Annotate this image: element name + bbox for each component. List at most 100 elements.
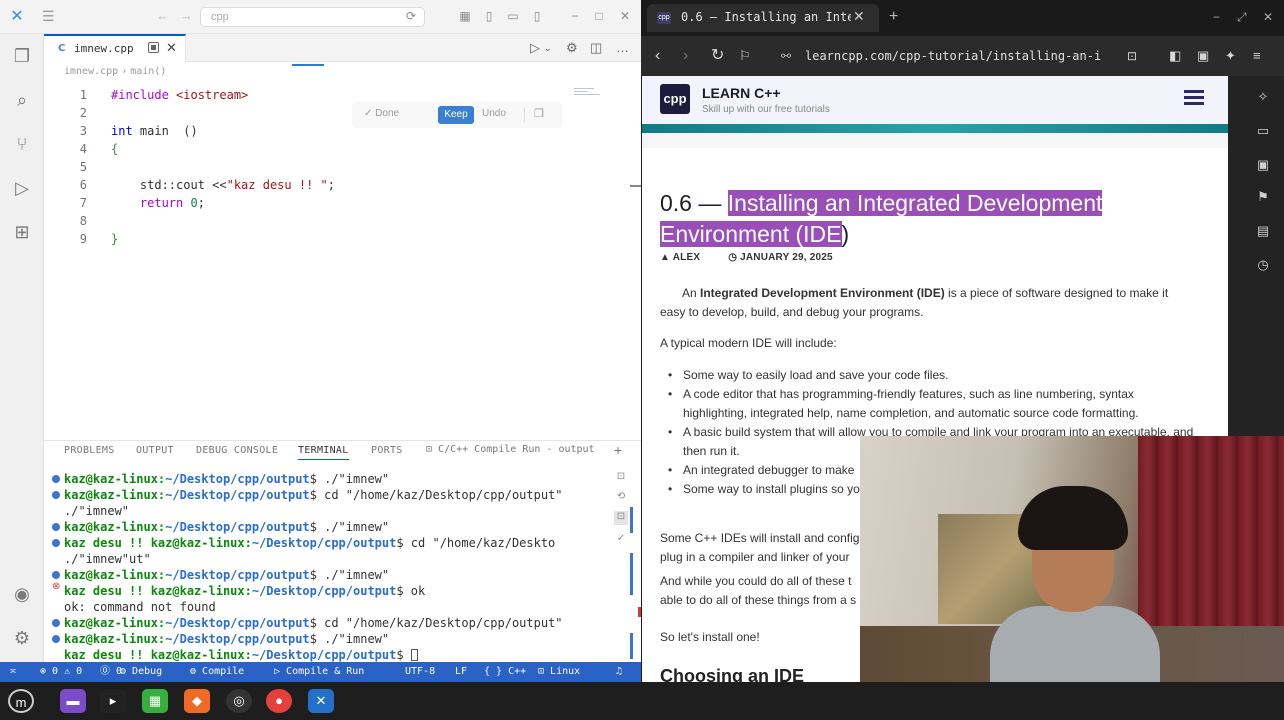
sidebar-icon[interactable]: ◧ [1169, 47, 1181, 65]
toggle-panel-icon[interactable]: ▭ [506, 9, 520, 23]
close-window-icon[interactable]: ✕ [618, 9, 632, 23]
code-line: 7 return 0; [79, 196, 205, 210]
layout-icon[interactable]: ▦ [458, 9, 472, 23]
tab-terminal[interactable]: TERMINAL [298, 445, 349, 460]
keep-button[interactable]: Keep [438, 106, 474, 124]
install-app-icon[interactable]: ⊡ [1127, 47, 1137, 65]
editor-tab[interactable]: C imnew.cpp ✕ [44, 34, 186, 62]
vscode-titlebar: ✕ ☰ ← → cpp ⟳ ▦ ▯ ▭ ▯ − □ ✕ [0, 0, 641, 34]
brave-browser-icon[interactable]: ◆ [184, 689, 210, 713]
tv-icon[interactable]: ▭ [1254, 122, 1272, 140]
split-editor-icon[interactable]: ◫ [590, 41, 602, 55]
menu-icon[interactable]: ≡ [1253, 47, 1261, 65]
start-menu-icon[interactable]: m [8, 689, 34, 713]
forward-icon[interactable]: → [180, 9, 193, 23]
terminal-instance-icon[interactable]: ⟲ [614, 491, 628, 505]
tab-output[interactable]: OUTPUT [136, 445, 174, 456]
address-bar[interactable]: ⚯ learncpp.com/cpp-tutorial/installing-a… [769, 44, 1151, 68]
copy-icon[interactable]: ❐ [534, 107, 544, 120]
minimize-icon[interactable]: − [1213, 10, 1220, 24]
new-terminal-icon[interactable]: + [614, 442, 622, 458]
maximize-icon[interactable]: □ [592, 9, 606, 23]
scrollbar-marker [630, 569, 633, 595]
more-actions-icon[interactable]: … [616, 41, 629, 55]
leo-ai-icon[interactable]: ✧ [1254, 88, 1272, 106]
wallet-icon[interactable]: ▣ [1254, 156, 1272, 174]
vscode-taskbar-icon[interactable]: ✕ [308, 689, 334, 713]
terminal-task-selector[interactable]: ⊡ C/C++ Compile Run - output [426, 444, 595, 455]
desktop: ✕ ☰ ← → cpp ⟳ ▦ ▯ ▭ ▯ − □ ✕ ❐ ⌕ ⑂ ▷ ⊞ ◉ … [0, 0, 1284, 720]
platform-indicator[interactable]: ⊡ Linux [538, 665, 580, 679]
close-window-icon[interactable]: ✕ [1263, 10, 1273, 24]
maximize-icon[interactable]: ⤢ [1237, 10, 1247, 25]
terminal-output[interactable]: kaz@kaz-linux:~/Desktop/cpp/output$ ./"i… [44, 471, 589, 663]
copilot-icon[interactable]: ⟳ [404, 9, 418, 23]
extensions-icon[interactable]: ⊞ [10, 220, 34, 244]
forward-icon[interactable]: › [683, 47, 688, 65]
vscode-window: ✕ ☰ ← → cpp ⟳ ▦ ▯ ▭ ▯ − □ ✕ ❐ ⌕ ⑂ ▷ ⊞ ◉ … [0, 0, 641, 682]
back-icon[interactable]: ‹ [655, 47, 660, 65]
breadcrumb-symbol[interactable]: main() [130, 66, 166, 77]
bookmarks-icon[interactable]: ⚑ [1254, 188, 1272, 206]
tab-debug-console[interactable]: DEBUG CONSOLE [196, 445, 278, 456]
new-tab-icon[interactable]: + [889, 8, 898, 26]
problems-indicator[interactable]: ⊗ 0 ⚠ 0 [40, 665, 82, 679]
command-status-icon [52, 539, 60, 547]
minimize-icon[interactable]: − [568, 9, 582, 23]
settings-gear-icon[interactable]: ⚙ [566, 41, 578, 55]
site-name[interactable]: LEARN C++ [702, 85, 781, 101]
menu-icon[interactable]: ☰ [42, 8, 58, 24]
terminal-instance-icon[interactable]: ⊡ [614, 511, 628, 525]
explorer-icon[interactable]: ❐ [10, 44, 34, 68]
app-icon[interactable]: ▦ [142, 689, 168, 713]
site-logo[interactable]: cpp [660, 84, 690, 114]
command-center-search[interactable]: cpp [200, 7, 425, 27]
eol-indicator[interactable]: LF [455, 665, 467, 679]
history-icon[interactable]: ◷ [1254, 256, 1272, 274]
compile-button[interactable]: ⚙ Compile [190, 665, 244, 679]
compile-run-button[interactable]: ▷ Compile & Run [274, 665, 364, 679]
tab-problems[interactable]: PROBLEMS [64, 445, 115, 456]
account-icon[interactable]: ◉ [10, 582, 34, 606]
obs-icon[interactable]: ◎ [226, 689, 252, 713]
hamburger-menu-icon[interactable] [1184, 90, 1204, 106]
done-button[interactable]: ✓ Done [364, 108, 399, 119]
notifications-icon[interactable]: ♫ [616, 665, 622, 679]
minimap[interactable] [574, 88, 602, 102]
reload-icon[interactable]: ↻ [711, 47, 724, 65]
taskbar: m ▬ ▸ ▦ ◆ ◎ ● ✕ [0, 682, 1284, 720]
back-icon[interactable]: ← [156, 9, 169, 23]
site-info-icon[interactable]: ⚯ [781, 44, 791, 68]
language-indicator[interactable]: { } C++ [484, 665, 526, 679]
encoding-indicator[interactable]: UTF-8 [405, 665, 435, 679]
run-debug-icon[interactable]: ▷ [10, 176, 34, 200]
browser-tab[interactable]: cpp 0.6 — Installing an Integrated Devel… [647, 4, 879, 32]
terminal-line: kaz desu !! kaz@kaz-linux:~/Desktop/cpp/… [64, 536, 556, 550]
terminal-icon[interactable]: ▸ [100, 689, 126, 713]
search-icon[interactable]: ⌕ [10, 88, 34, 112]
leo-ai-icon[interactable]: ✦ [1225, 47, 1236, 65]
close-tab-icon[interactable]: ✕ [853, 8, 865, 25]
close-tab-icon[interactable]: ✕ [166, 40, 177, 56]
toggle-secondary-sidebar-icon[interactable]: ▯ [530, 9, 544, 23]
toggle-sidebar-icon[interactable]: ▯ [482, 9, 496, 23]
info-indicator[interactable]: ⓪ 0 [100, 665, 122, 679]
screenshot-icon[interactable]: ● [266, 689, 292, 713]
tab-ports[interactable]: PORTS [371, 445, 403, 456]
run-file-icon[interactable]: ▷ [530, 41, 540, 55]
code-editor[interactable]: 1 #include <iostream> 2 3 int main () 4{ 5… [44, 84, 641, 440]
source-control-icon[interactable]: ⑂ [10, 132, 34, 156]
undo-button[interactable]: Undo [482, 108, 506, 119]
remote-icon[interactable]: ≍ [10, 665, 16, 679]
breadcrumb-file[interactable]: imnew.cpp [64, 66, 118, 77]
wallet-icon[interactable]: ▣ [1197, 47, 1209, 65]
bookmark-icon[interactable]: ⚐ [739, 47, 751, 65]
author[interactable]: ▲ ALEX [660, 252, 714, 263]
settings-gear-icon[interactable]: ⚙ [10, 626, 34, 650]
terminal-check-icon[interactable]: ✓ [614, 533, 628, 547]
reading-list-icon[interactable]: ▤ [1254, 222, 1272, 240]
run-dropdown-icon[interactable]: ⌄ [544, 41, 552, 55]
debug-button[interactable]: ⚙ Debug [120, 665, 162, 679]
files-icon[interactable]: ▬ [60, 689, 86, 713]
terminal-instance-icon[interactable]: ⊡ [614, 471, 628, 485]
